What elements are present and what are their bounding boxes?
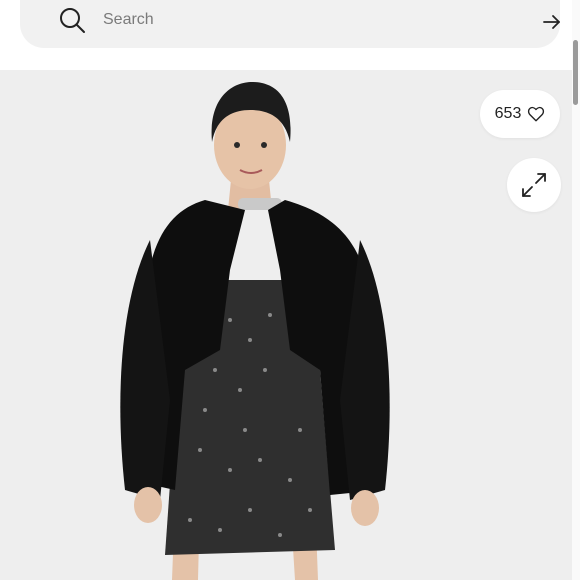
like-count: 653 bbox=[494, 105, 522, 122]
like-button[interactable]: 653 bbox=[480, 90, 560, 138]
arrow-right-icon[interactable] bbox=[540, 10, 564, 34]
model-illustration bbox=[120, 82, 390, 580]
expand-button[interactable] bbox=[507, 158, 561, 212]
heart-outline-icon bbox=[528, 106, 545, 122]
product-photo[interactable] bbox=[0, 70, 572, 580]
expand-icon bbox=[522, 173, 546, 197]
search-icon[interactable] bbox=[58, 6, 86, 34]
search-input[interactable]: Search bbox=[103, 11, 154, 29]
search-bar[interactable]: Search bbox=[20, 0, 560, 48]
scrollbar-thumb[interactable] bbox=[573, 40, 578, 105]
